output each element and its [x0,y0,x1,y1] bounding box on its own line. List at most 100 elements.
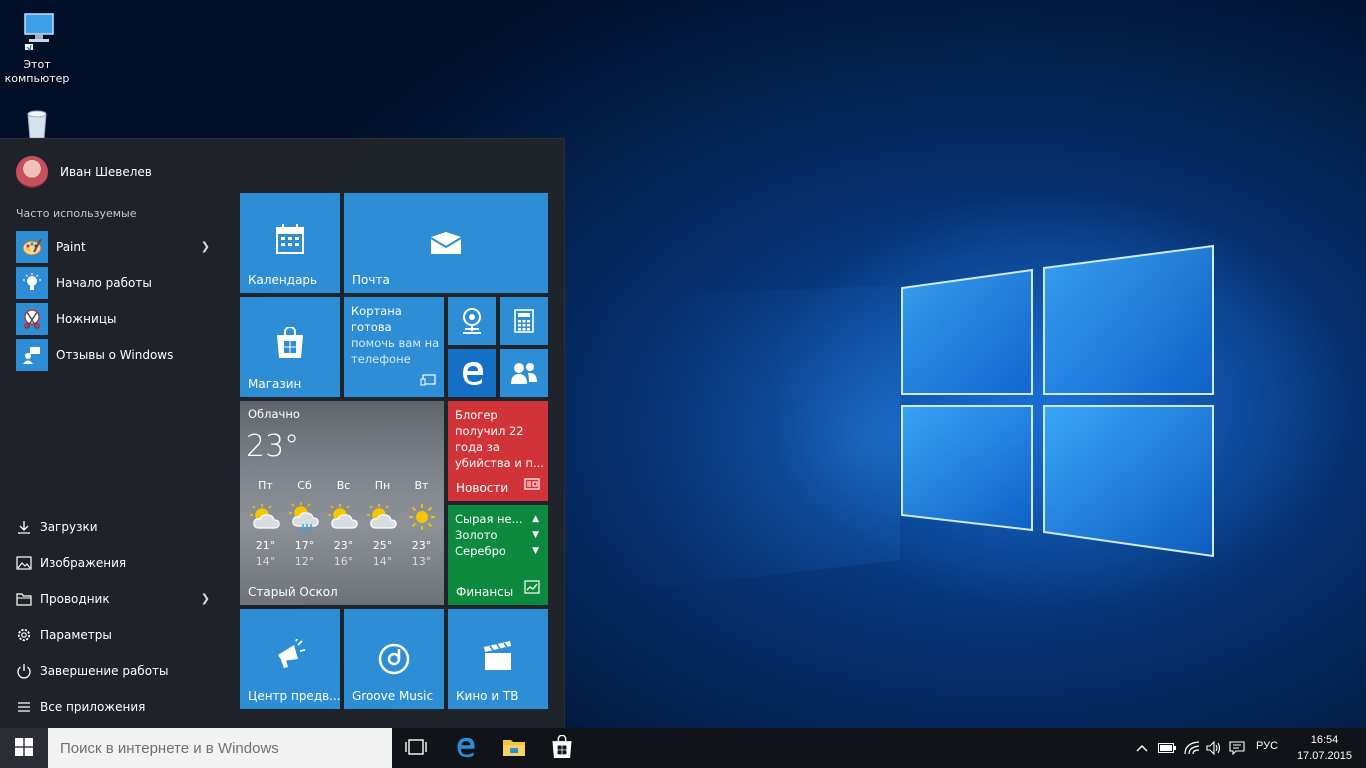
place-label: Загрузки [40,520,98,534]
app-item-get-started[interactable]: Начало работы [16,265,220,301]
app-label: Отзывы о Windows [56,348,174,362]
place-settings[interactable]: Параметры [16,617,220,653]
place-pictures[interactable]: Изображения [16,545,220,581]
sunny-icon [402,495,441,539]
finance-instrument: Золото [455,528,498,542]
task-view-button[interactable] [392,728,440,768]
arrow-up-icon: ▲ [532,514,539,524]
news-headline-line: убийства и п... [455,456,544,470]
forecast-day: Пн 25° 14° [363,479,402,568]
megaphone-icon [274,638,306,672]
start-button[interactable] [0,728,48,768]
chevron-up-icon[interactable] [1134,740,1150,756]
cortana-line: Кортана готова [351,304,402,334]
place-label: Параметры [40,628,112,642]
windows-logo-icon [15,737,33,759]
tile-movies-tv[interactable]: Кино и ТВ [448,609,548,709]
forecast-day-name: Пт [258,479,273,492]
weather-forecast: Пт 21° 14° Сб 17° 12° Вс 23° 16° Пн 25° … [246,479,442,568]
forecast-low: 14° [255,555,276,568]
desktop-icon-label: Этот компьютер [4,58,70,85]
tile-cortana[interactable]: Кортана готова помочь вам на телефоне [344,297,444,397]
chevron-right-icon[interactable]: ❯ [201,592,210,605]
calendar-icon [275,223,305,258]
file-explorer-icon [502,737,526,760]
clapper-icon [482,641,514,674]
store-icon [275,326,305,362]
place-all-apps[interactable]: Все приложения [16,689,220,725]
tile-actions[interactable]: Центр предв... [240,609,340,709]
place-label: Изображения [40,556,127,570]
tile-calculator[interactable] [500,297,548,345]
tile-edge[interactable] [448,349,496,397]
weather-condition: Облачно [248,407,300,421]
download-icon [16,519,32,535]
place-label: Проводник [40,592,110,606]
tile-calendar[interactable]: Календарь [240,193,340,293]
search-box[interactable] [48,728,392,768]
tile-label: Кино и ТВ [456,689,519,703]
tile-store[interactable]: Магазин [240,297,340,397]
taskbar-store-button[interactable] [538,728,586,768]
finance-instrument: Серебро [455,544,506,558]
chart-icon [524,580,540,597]
tile-people[interactable] [500,349,548,397]
maps-icon [460,307,484,338]
place-power[interactable]: Завершение работы [16,653,220,689]
most-used-list: Paint ❯ Начало работы Ножницы Отзывы о W… [16,229,220,373]
forecast-low: 16° [333,555,354,568]
forecast-low: 12° [294,555,315,568]
app-item-windows-feedback[interactable]: Отзывы о Windows [16,337,220,373]
place-downloads[interactable]: Загрузки [16,509,220,545]
tile-news[interactable]: Блогер получил 22 года за убийства и п..… [448,401,548,501]
settings-gear-icon [16,627,32,643]
place-file-explorer[interactable]: Проводник ❯ [16,581,220,617]
app-item-snipping-tool[interactable]: Ножницы [16,301,220,337]
forecast-day: Пт 21° 14° [246,479,285,568]
forecast-day: Вт 23° 13° [402,479,441,568]
desktop-icon-this-pc[interactable]: Этот компьютер [0,10,74,86]
edge-icon [460,360,486,389]
arrow-down-icon: ▼ [532,530,539,540]
language-indicator[interactable]: РУС [1256,740,1278,752]
start-places-list: Загрузки Изображения Проводник ❯ Парамет… [16,509,220,725]
tile-weather[interactable]: Облачно 23° Пт 21° 14° Сб 17° 12° Вс 23°… [240,401,444,605]
finance-row: Серебро ▼ [455,543,539,559]
clock-time: 16:54 [1310,734,1339,746]
user-account-button[interactable]: Иван Шевелев [16,155,152,189]
app-item-paint[interactable]: Paint ❯ [16,229,220,265]
user-name: Иван Шевелев [60,165,152,179]
file-explorer-icon [16,591,32,607]
tile-finance[interactable]: Сырая не... ▲ Золото ▼ Серебро ▼ Финансы [448,505,548,605]
get-started-icon [16,267,48,299]
snipping-tool-icon [16,303,48,335]
tile-maps[interactable] [448,297,496,345]
taskbar-edge-button[interactable] [442,728,490,768]
partly-cloudy-icon [246,495,285,539]
action-center-icon[interactable] [1228,740,1246,756]
forecast-day: Сб 17° 12° [285,479,324,568]
tile-mail[interactable]: Почта [344,193,548,293]
weather-city: Старый Оскол [248,585,338,599]
chevron-right-icon[interactable]: ❯ [201,240,210,253]
battery-icon[interactable] [1157,740,1177,756]
search-input[interactable] [60,739,380,757]
app-label: Ножницы [56,312,117,326]
tile-label: Центр предв... [248,689,340,703]
volume-icon[interactable] [1205,740,1223,756]
taskbar-file-explorer-button[interactable] [490,728,538,768]
finance-row: Золото ▼ [455,527,539,543]
place-label: Завершение работы [40,664,169,678]
weather-current-temp: 23° [246,429,300,464]
place-label: Все приложения [40,700,146,714]
clock[interactable]: 16:54 17.07.2015 [1297,732,1352,764]
tile-groove-music[interactable]: Groove Music [344,609,444,709]
wifi-icon[interactable] [1183,740,1201,756]
forecast-day-name: Пн [374,479,391,492]
forecast-high: 23° [333,539,354,552]
feedback-icon [16,339,48,371]
forecast-day-name: Вс [336,479,351,492]
clock-date: 17.07.2015 [1296,750,1352,762]
cortana-line: помочь вам на [351,336,440,350]
forecast-day-name: Вт [414,479,429,492]
